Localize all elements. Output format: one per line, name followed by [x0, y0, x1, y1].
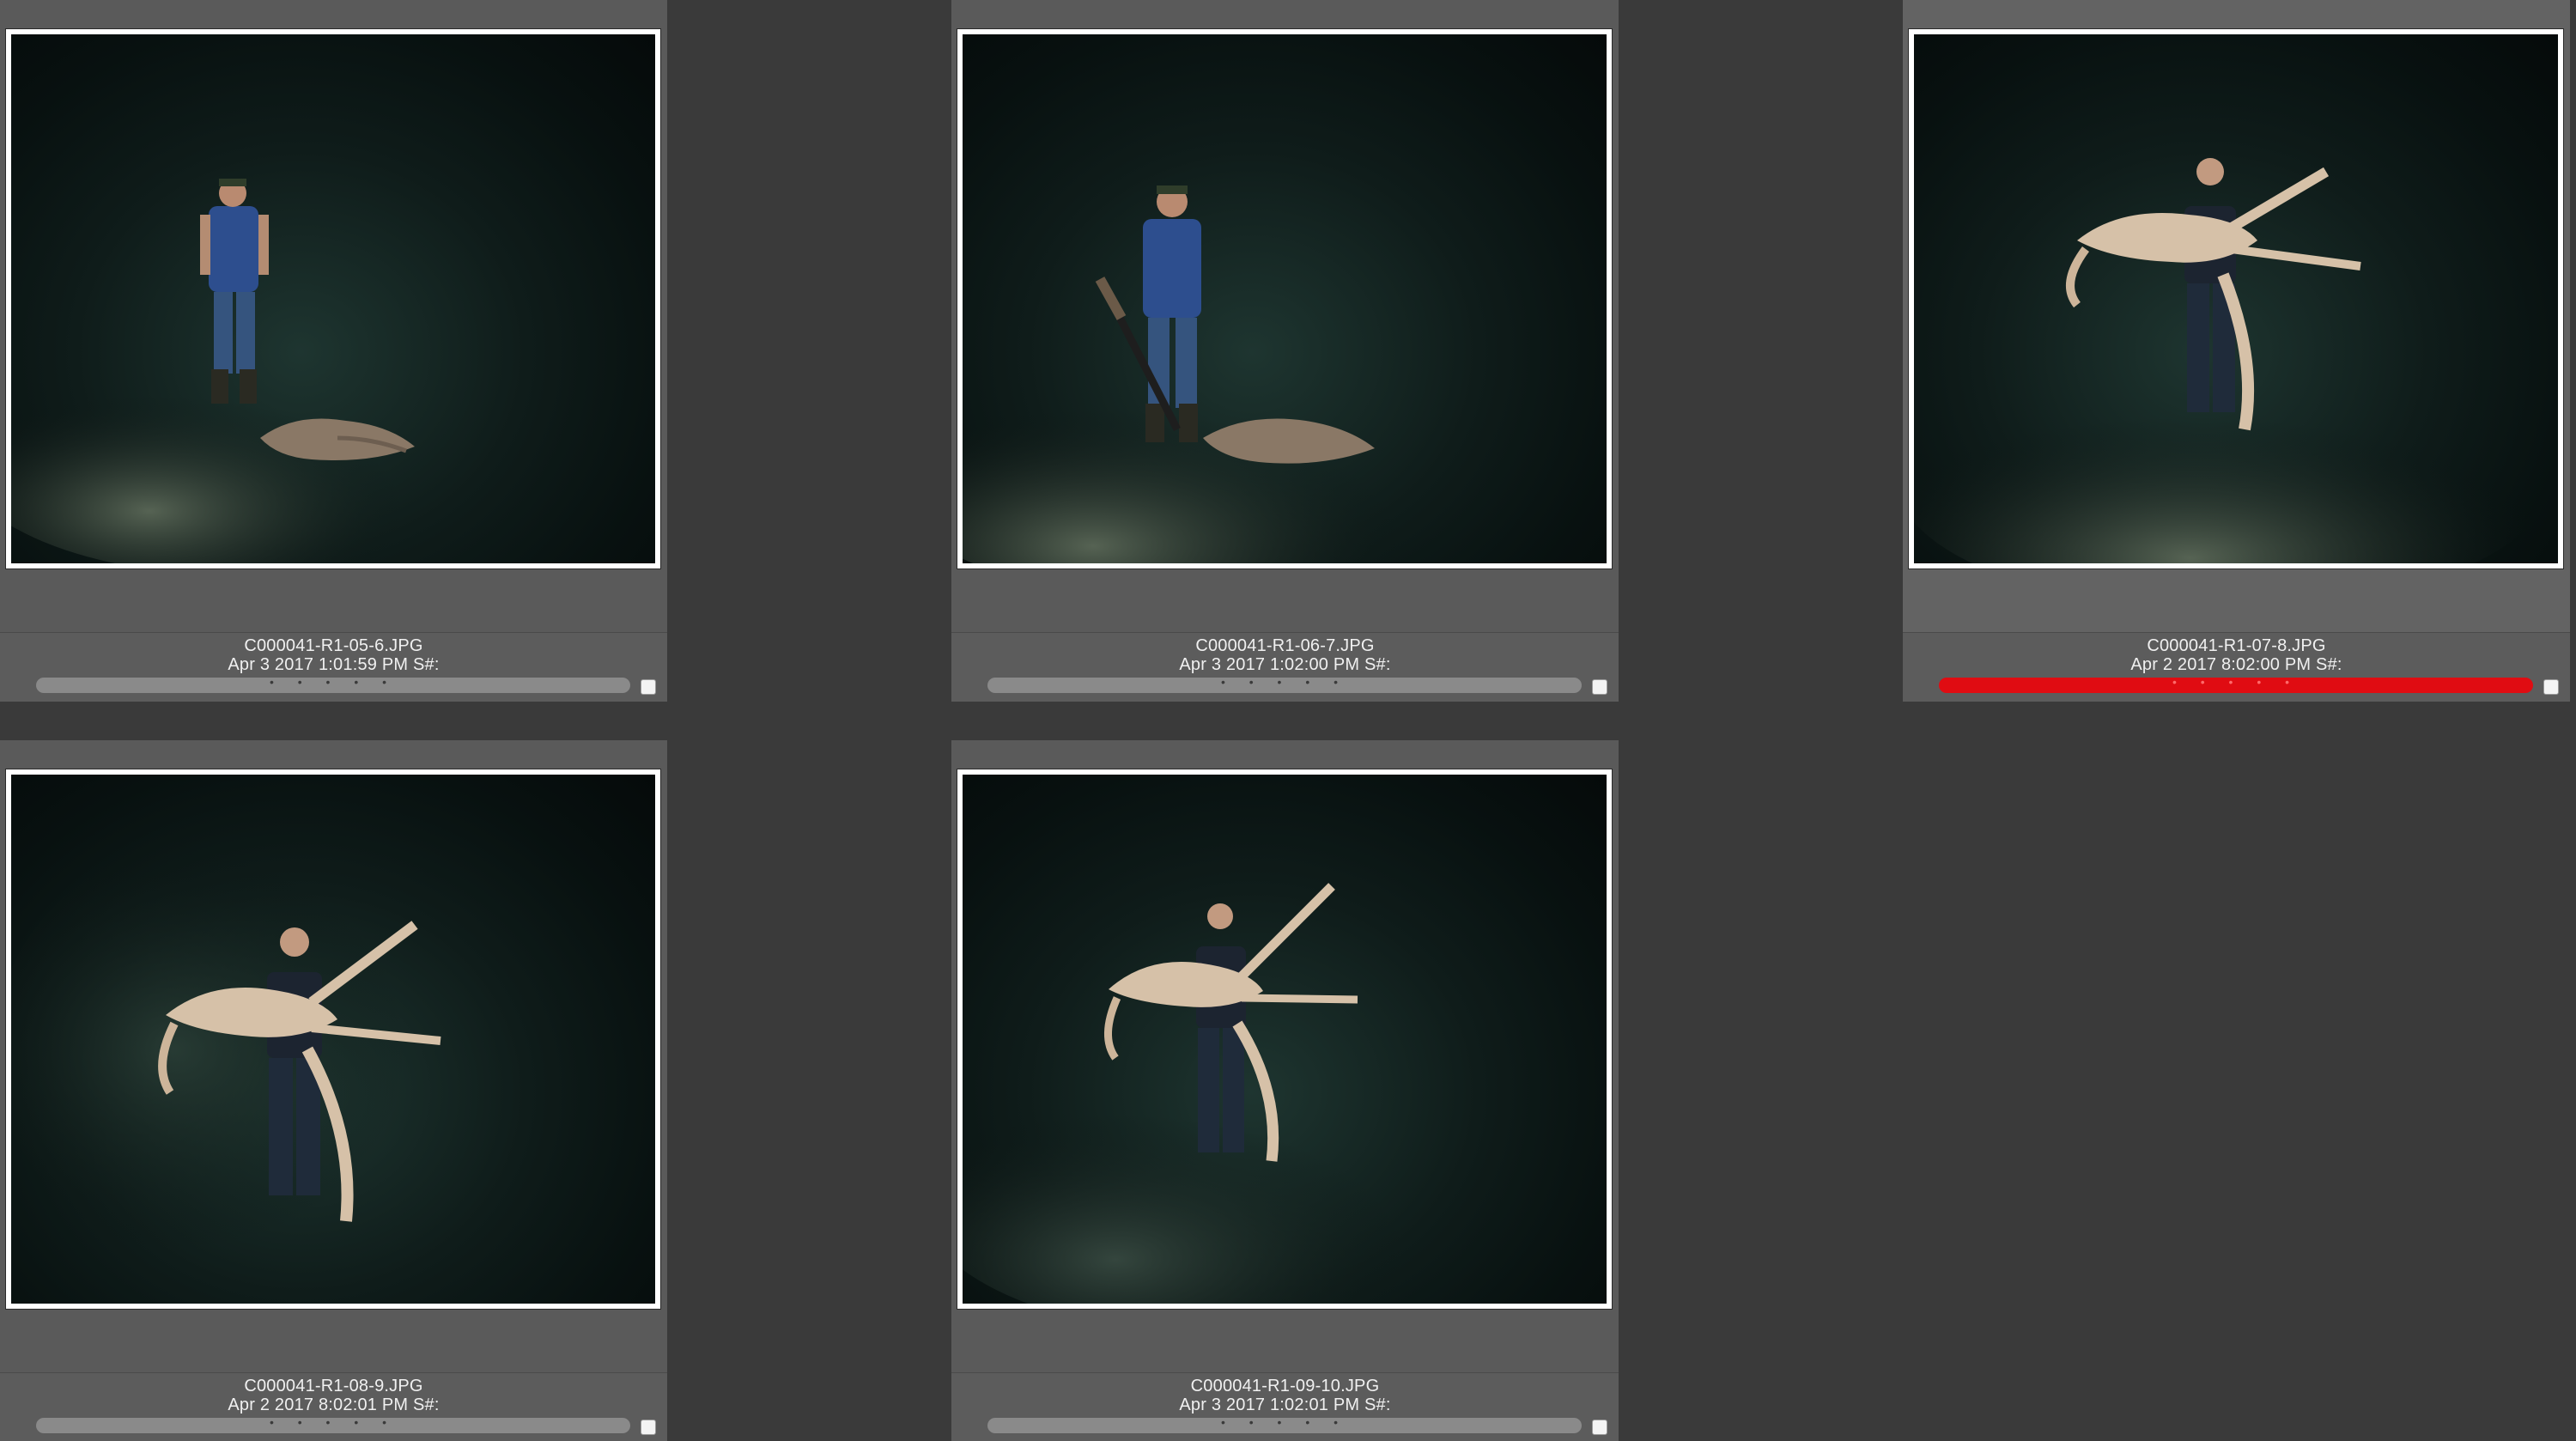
filename-label: C000041-R1-06-7.JPG [1195, 636, 1375, 655]
star-rating[interactable]: • • • • • [36, 1415, 630, 1429]
photo-scene-man-holding-kangaroo [11, 826, 509, 1273]
photo-scene-man-with-rifle [963, 185, 1495, 563]
photo [963, 775, 1607, 1304]
date-label: Apr 2 2017 8:02:01 PM S#: [228, 1395, 440, 1414]
select-checkbox[interactable] [1592, 679, 1607, 695]
thumbnail-cell[interactable]: C000041-R1-09-10.JPG Apr 3 2017 1:02:01 … [951, 740, 1619, 1441]
photo-scene-man-holding-kangaroo [963, 883, 1495, 1304]
caption-area: C000041-R1-07-8.JPG Apr 2 2017 8:02:00 P… [1903, 632, 2570, 702]
select-checkbox[interactable] [2543, 679, 2559, 695]
thumbnail-image[interactable] [957, 769, 1612, 1309]
caption-area: C000041-R1-09-10.JPG Apr 3 2017 1:02:01 … [951, 1372, 1619, 1441]
thumbnail-cell[interactable]: C000041-R1-08-9.JPG Apr 2 2017 8:02:01 P… [0, 740, 667, 1441]
filename-label: C000041-R1-09-10.JPG [1190, 1377, 1380, 1395]
photo-scene-man-holding-kangaroo [1914, 158, 2549, 563]
filename-label: C000041-R1-05-6.JPG [244, 636, 423, 655]
photo [963, 34, 1607, 563]
photo [11, 775, 655, 1304]
star-rating[interactable]: • • • • • [36, 675, 630, 689]
caption-area: C000041-R1-08-9.JPG Apr 2 2017 8:02:01 P… [0, 1372, 667, 1441]
thumbnail-cell-selected[interactable]: C000041-R1-07-8.JPG Apr 2 2017 8:02:00 P… [1903, 0, 2570, 702]
thumbnail-image[interactable] [1909, 29, 2563, 568]
thumbnail-image[interactable] [957, 29, 1612, 568]
photo [1914, 34, 2558, 563]
caption-area: C000041-R1-06-7.JPG Apr 3 2017 1:02:00 P… [951, 632, 1619, 702]
date-label: Apr 3 2017 1:01:59 PM S#: [228, 655, 440, 674]
select-checkbox[interactable] [641, 1420, 656, 1435]
color-label-bar[interactable]: • • • • • [987, 675, 1582, 693]
thumbnail-image[interactable] [6, 769, 660, 1309]
date-label: Apr 3 2017 1:02:01 PM S#: [1179, 1395, 1391, 1414]
filename-label: C000041-R1-07-8.JPG [2147, 636, 2326, 655]
caption-area: C000041-R1-05-6.JPG Apr 3 2017 1:01:59 P… [0, 632, 667, 702]
image-browser-grid: C000041-R1-05-6.JPG Apr 3 2017 1:01:59 P… [0, 0, 2576, 1441]
color-label-bar-red[interactable]: • • • • • [1939, 675, 2533, 693]
thumbnail-cell[interactable]: C000041-R1-06-7.JPG Apr 3 2017 1:02:00 P… [951, 0, 1619, 702]
star-rating[interactable]: • • • • • [987, 1415, 1582, 1429]
date-label: Apr 2 2017 8:02:00 PM S#: [2130, 655, 2342, 674]
star-rating[interactable]: • • • • • [1939, 675, 2533, 689]
thumbnail-image[interactable] [6, 29, 660, 568]
star-rating[interactable]: • • • • • [987, 675, 1582, 689]
date-label: Apr 3 2017 1:02:00 PM S#: [1179, 655, 1391, 674]
thumbnail-cell[interactable]: C000041-R1-05-6.JPG Apr 3 2017 1:01:59 P… [0, 0, 667, 702]
color-label-bar[interactable]: • • • • • [36, 1415, 630, 1433]
select-checkbox[interactable] [641, 679, 656, 695]
photo [11, 34, 655, 563]
filename-label: C000041-R1-08-9.JPG [244, 1377, 423, 1395]
color-label-bar[interactable]: • • • • • [36, 675, 630, 693]
photo-scene-standing-man [11, 179, 518, 563]
color-label-bar[interactable]: • • • • • [987, 1415, 1582, 1433]
select-checkbox[interactable] [1592, 1420, 1607, 1435]
